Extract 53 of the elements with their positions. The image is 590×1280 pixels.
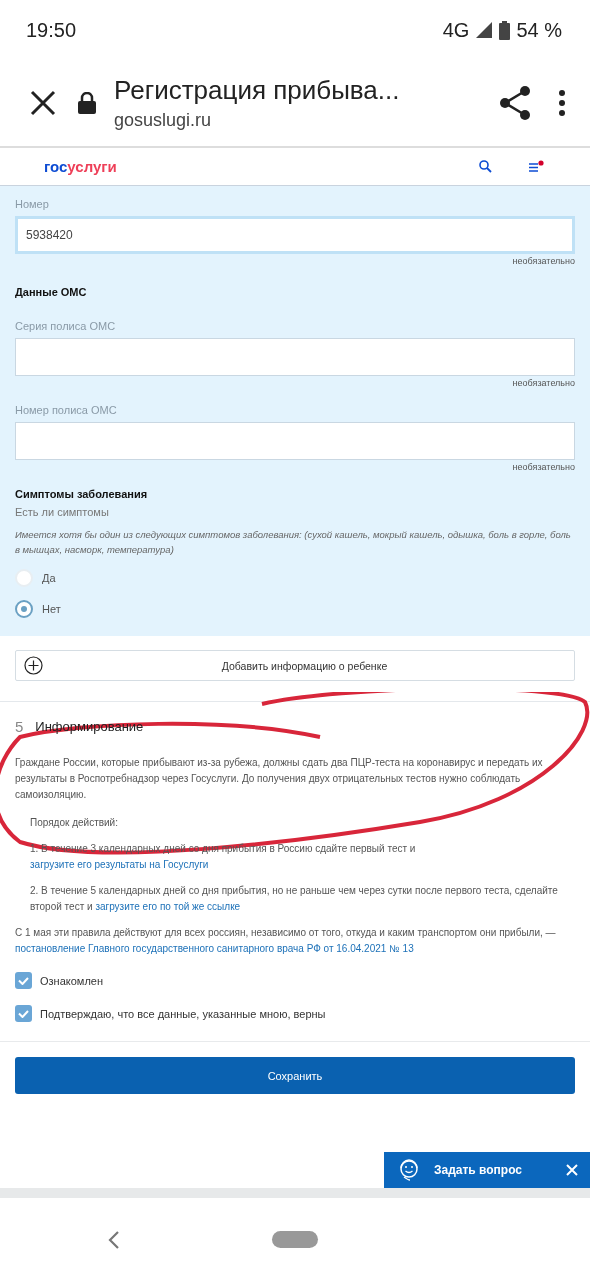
upload-link[interactable]: загрузите его результаты на Госуслуги xyxy=(30,859,209,871)
close-icon xyxy=(30,90,56,116)
radio-label[interactable]: Да xyxy=(42,572,56,585)
radio-button[interactable] xyxy=(15,600,33,619)
decree-link[interactable]: постановление Главного государственного санитарного врача РФ от 16.04.2021 № 13 xyxy=(15,943,414,955)
signal-icon xyxy=(475,21,494,39)
chat-widget[interactable]: Задать вопрос xyxy=(384,1152,590,1188)
input-field[interactable]: 5938420 xyxy=(15,216,575,254)
section-subtitle: Данные ОМС xyxy=(15,286,88,298)
field-label: Номер xyxy=(15,198,50,210)
menu-icon xyxy=(528,160,544,173)
steps-heading: Порядок действий: xyxy=(29,816,119,831)
checkmark-icon xyxy=(18,1009,29,1018)
step-number: 5 xyxy=(15,718,24,736)
support-agent-icon xyxy=(398,1158,420,1182)
field-label: Номер полиса ОМС xyxy=(15,404,118,416)
search-icon xyxy=(479,160,492,173)
checkbox[interactable] xyxy=(15,972,32,990)
battery-icon xyxy=(499,20,511,40)
add-child-button[interactable]: Добавить информацию о ребенке xyxy=(15,650,575,682)
input-field[interactable] xyxy=(15,338,575,376)
page-url: gosuslugi.ru xyxy=(114,110,213,131)
status-time: 19:50 xyxy=(26,18,77,42)
plus-circle-icon xyxy=(24,656,43,676)
share-icon xyxy=(498,85,532,121)
checkbox-label[interactable]: Подтверждаю, что все данные, указанные мною, верны xyxy=(40,1007,326,1020)
symptoms-note: Имеется хотя бы один из следующих симптомов заболевания: (сухой кашель, мокрый кашель, одышка, боль в горле, боль в мышцах, насморк, температура) xyxy=(15,528,572,557)
radio-label[interactable]: Нет xyxy=(42,603,61,616)
optional-hint: необязательно xyxy=(512,462,575,472)
back-icon[interactable] xyxy=(108,1231,120,1249)
question-text: Есть ли симптомы xyxy=(15,506,110,518)
step-text: 2. В течение 5 календарных дней со дня прибытия, но не раньше чем через сутки после первого теста, сделайте второй тест и загрузите его по той же ссылке xyxy=(29,884,559,915)
checkbox[interactable] xyxy=(15,1005,32,1023)
page-title: Регистрация прибыва... xyxy=(114,75,401,106)
section-subtitle: Симптомы заболевания xyxy=(15,488,149,500)
input-field[interactable] xyxy=(15,422,575,460)
field-label: Серия полиса ОМС xyxy=(15,320,117,332)
optional-hint: необязательно xyxy=(512,378,575,388)
lock-icon xyxy=(78,92,96,114)
checkmark-icon xyxy=(18,976,29,985)
upload-link[interactable]: загрузите его по той же ссылке xyxy=(95,901,241,913)
network-label: 4G xyxy=(442,18,470,42)
close-icon[interactable] xyxy=(566,1164,578,1176)
more-icon xyxy=(558,89,566,117)
optional-hint: необязательно xyxy=(512,256,575,266)
save-button[interactable]: Сохранить xyxy=(15,1057,575,1095)
checkbox-label[interactable]: Ознакомлен xyxy=(40,974,104,987)
site-logo[interactable]: госуслуги xyxy=(44,158,475,175)
rule-paragraph: С 1 мая эти правила действуют для всех россиян, независимо от того, откуда и каким транспортом они прибыли, — постановление Главного государственного санитарного врача РФ от 16.04.2021 № 13 xyxy=(15,926,557,957)
battery-level: 54 % xyxy=(516,18,562,42)
home-pill[interactable] xyxy=(272,1231,318,1248)
chat-label: Задать вопрос xyxy=(434,1163,524,1177)
intro-paragraph: Граждане России, которые прибывают из-за рубежа, должны сдать два ПЦР-теста на коронавирус и передать их результаты в Роспотребнадзор через Госуслуги. До получения двух отрицательных тестов нужно соблюдать самоизоляцию. xyxy=(15,756,544,803)
